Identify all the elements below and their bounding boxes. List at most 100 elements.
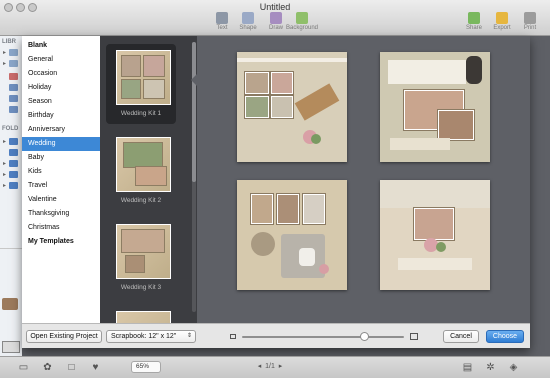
toolbar-label: Export	[493, 25, 511, 31]
preview-page-1	[237, 52, 347, 162]
folder-item[interactable]: ▸	[3, 181, 20, 189]
category-holiday[interactable]: Holiday	[22, 81, 100, 95]
select-arrows-icon: ⇕	[186, 333, 192, 339]
kit-item[interactable]: Wedding Kit 3	[106, 218, 176, 298]
kit-list[interactable]: Wedding Kit 1 Wedding Kit 2 Wedding Kit 3	[100, 36, 197, 323]
disclosure-arrow-icon[interactable]: ▸	[3, 182, 6, 189]
text-icon	[216, 12, 228, 24]
folder-item[interactable]: ▸	[3, 170, 20, 178]
choose-button[interactable]: Choose	[486, 330, 524, 343]
zoom-select[interactable]: 65%	[131, 361, 161, 373]
category-kids[interactable]: Kids	[22, 165, 100, 179]
category-season[interactable]: Season	[22, 95, 100, 109]
large-thumbnail-icon	[410, 333, 418, 340]
layout-icon[interactable]: ▭	[18, 362, 29, 373]
cancel-button[interactable]: Cancel	[443, 330, 479, 343]
disclosure-arrow-icon[interactable]: ▸	[3, 171, 6, 178]
kit-thumbnail	[116, 50, 171, 105]
library-section-label: LIBR	[2, 39, 16, 45]
page-size-value: Scrapbook: 12" x 12"	[111, 333, 177, 340]
category-thanksgiving[interactable]: Thanksgiving	[22, 207, 100, 221]
category-occasion[interactable]: Occasion	[22, 67, 100, 81]
window-titlebar: Untitled Text Shape Draw Background Share Ex…	[0, 0, 550, 36]
kit-thumbnail	[116, 311, 171, 323]
toolbar-print-button[interactable]: Print	[516, 12, 544, 31]
shape-icon	[242, 12, 254, 24]
layers-icon[interactable]: ◈	[508, 362, 519, 373]
toolbar-label: Text	[216, 25, 228, 31]
kit-item[interactable]: Wedding Kit 1	[106, 44, 176, 124]
kit-list-scroll-thumb[interactable]	[192, 42, 196, 182]
library-item[interactable]: ▸	[3, 59, 20, 67]
settings-icon[interactable]: ✲	[485, 362, 496, 373]
toolbar-background-button[interactable]: Background	[284, 12, 320, 31]
category-general[interactable]: General	[22, 53, 100, 67]
disclosure-arrow-icon[interactable]: ▸	[3, 138, 6, 145]
share-icon	[468, 12, 480, 24]
document-icon[interactable]: ▤	[462, 362, 473, 373]
frame-icon[interactable]: □	[66, 362, 77, 373]
folder-item[interactable]: ▸	[3, 159, 20, 167]
zoom-slider-knob[interactable]	[359, 332, 369, 341]
category-baby[interactable]: Baby	[22, 151, 100, 165]
background-icon	[296, 12, 308, 24]
category-wedding[interactable]: Wedding	[22, 137, 100, 151]
category-christmas[interactable]: Christmas	[22, 221, 100, 235]
library-item[interactable]	[3, 72, 20, 80]
folder-item[interactable]	[3, 148, 20, 156]
zoom-slider[interactable]	[230, 331, 420, 342]
small-thumbnail-icon	[230, 334, 236, 339]
toolbar-label: Draw	[268, 25, 283, 31]
toolbar-label: Shape	[239, 25, 257, 31]
library-item[interactable]	[3, 94, 20, 102]
category-my-templates[interactable]: My Templates	[22, 235, 100, 249]
page-indicator: 1/1	[265, 363, 275, 370]
page-size-select[interactable]: Scrapbook: 12" x 12" ⇕	[106, 330, 196, 343]
zoom-slider-track[interactable]	[242, 336, 404, 338]
template-chooser-sheet: Blank General Occasion Holiday Season Birthda…	[22, 36, 530, 348]
kit-name: Wedding Kit 3	[120, 284, 162, 291]
export-icon	[496, 12, 508, 24]
next-page-icon[interactable]: ▸	[279, 363, 283, 370]
category-travel[interactable]: Travel	[22, 179, 100, 193]
page-navigator: ◂ 1/1 ▸	[245, 362, 295, 370]
category-birthday[interactable]: Birthday	[22, 109, 100, 123]
previous-page-icon[interactable]: ◂	[258, 363, 262, 370]
category-valentine[interactable]: Valentine	[22, 193, 100, 207]
gear-icon[interactable]: ✿	[42, 362, 53, 373]
preview-page-3	[237, 180, 347, 290]
template-preview-area	[197, 36, 530, 323]
kit-thumbnail	[116, 224, 171, 279]
toolbar-share-button[interactable]: Share	[460, 12, 488, 31]
app-status-bar: ▭ ✿ □ ♥ 65% ◂ 1/1 ▸ ▤ ✲ ◈	[0, 356, 550, 378]
draw-icon	[270, 12, 282, 24]
library-item[interactable]: ▸	[3, 48, 20, 56]
library-sidebar: LIBR ▸ ▸ FOLD ▸ ▸ ▸ ▸	[0, 36, 22, 356]
folder-item[interactable]: ▸	[3, 137, 20, 145]
thumbnail-image[interactable]	[2, 298, 18, 310]
category-blank[interactable]: Blank	[22, 39, 100, 53]
open-existing-project-button[interactable]: Open Existing Project	[26, 330, 102, 343]
sheet-bottom-bar: Open Existing Project Scrapbook: 12" x 1…	[22, 323, 530, 348]
library-item[interactable]	[3, 105, 20, 113]
toolbar-export-button[interactable]: Export	[488, 12, 516, 31]
category-list[interactable]: Blank General Occasion Holiday Season Birthda…	[22, 36, 100, 323]
disclosure-arrow-icon[interactable]: ▸	[3, 160, 6, 167]
preview-page-4	[380, 180, 490, 290]
kit-item[interactable]: Wedding Kit 2	[106, 131, 176, 211]
sidebar-toggle-button[interactable]	[2, 341, 20, 353]
window-title: Untitled	[259, 2, 291, 12]
toolbar-label: Print	[523, 25, 537, 31]
disclosure-arrow-icon[interactable]: ▸	[3, 60, 6, 67]
disclosure-arrow-icon[interactable]: ▸	[3, 49, 6, 56]
print-icon	[524, 12, 536, 24]
category-anniversary[interactable]: Anniversary	[22, 123, 100, 137]
library-item[interactable]	[3, 83, 20, 91]
heart-icon[interactable]: ♥	[90, 362, 101, 373]
preview-page-2	[380, 52, 490, 162]
toolbar-label: Background	[285, 25, 319, 31]
kit-item[interactable]	[106, 305, 176, 323]
kit-name: Wedding Kit 2	[120, 197, 162, 204]
kit-thumbnail	[116, 137, 171, 192]
folders-section-label: FOLD	[2, 126, 19, 132]
